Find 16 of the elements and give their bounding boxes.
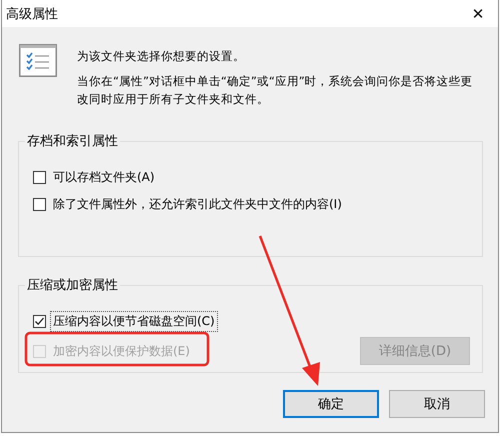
group-title: 压缩或加密属性	[25, 276, 120, 294]
checkbox-label: 加密内容以便保护数据(E)	[52, 342, 191, 360]
description-text: 当你在“属性”对话框中单击“确定”或“应用”时，系统会询问你是否将这些更改同时应用于所有子文件夹和文件。	[77, 73, 474, 108]
checkbox-label: 可以存档文件夹(A)	[52, 168, 156, 186]
checkbox[interactable]	[33, 170, 46, 184]
window-title: 高级属性	[6, 6, 58, 22]
checklist-icon	[19, 44, 57, 77]
cancel-button[interactable]: 取消	[389, 390, 485, 418]
checkbox-label: 除了文件属性外，还允许索引此文件夹中文件的内容(I)	[52, 196, 343, 212]
checkbox[interactable]	[33, 314, 46, 328]
description-text: 为该文件夹选择你想要的设置。	[77, 48, 246, 65]
checkbox[interactable]	[33, 198, 46, 210]
group-title: 存档和索引属性	[25, 132, 120, 150]
ok-button[interactable]: 确定	[283, 390, 379, 418]
close-button[interactable]: ✕	[458, 4, 498, 22]
checkbox-label: 压缩内容以便节省磁盘空间(C)	[50, 310, 218, 332]
